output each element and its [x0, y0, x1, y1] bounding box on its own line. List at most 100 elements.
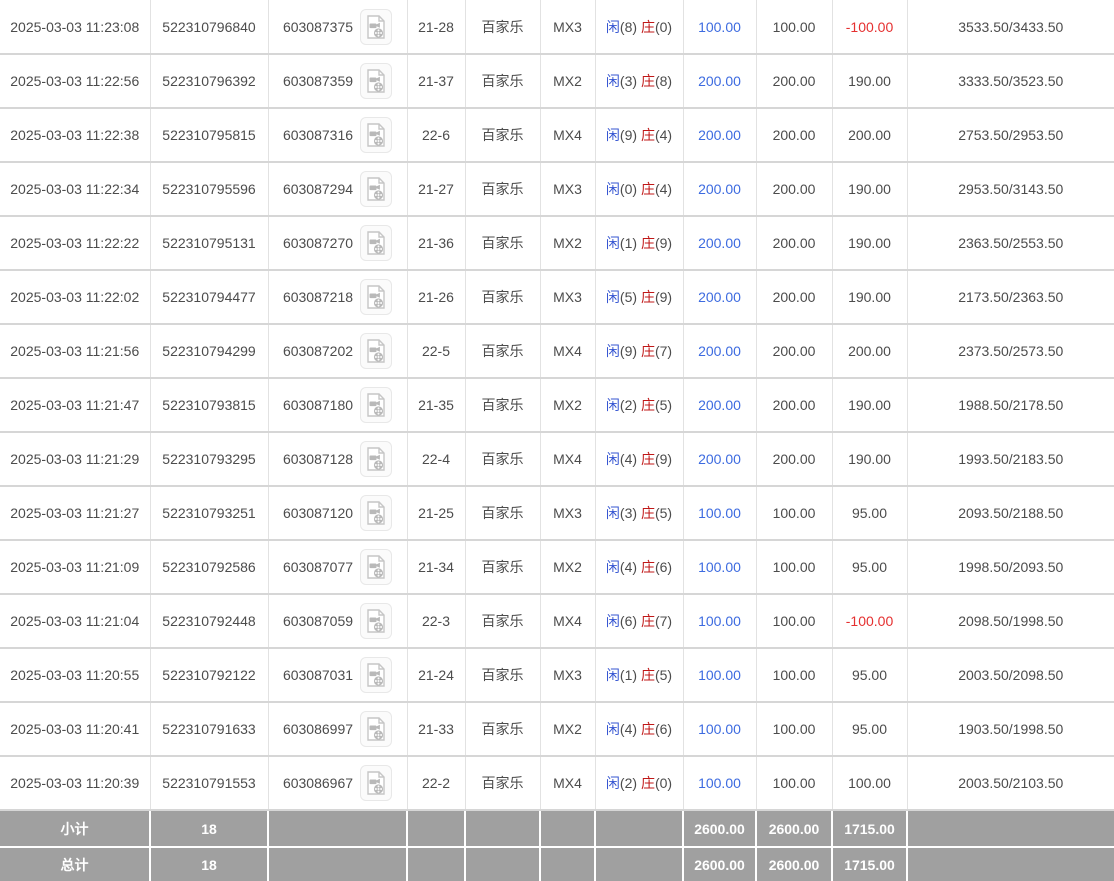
cell-result: 闲(4) 庄(6): [595, 540, 684, 595]
cell-balance: 2363.50/2553.50: [907, 216, 1114, 271]
game-id-text: 603087180: [282, 397, 354, 413]
video-replay-icon[interactable]: [360, 279, 393, 315]
player-count: (1): [619, 235, 638, 251]
summary-empty-cell: [406, 809, 466, 848]
cell-bet-amount: 100.00: [683, 648, 757, 703]
player-label: 闲: [605, 235, 620, 251]
video-replay-icon[interactable]: [360, 441, 393, 477]
banker-label: 庄: [640, 721, 655, 737]
cell-round: 22-2: [407, 756, 466, 811]
cell-game-id: 603087059: [268, 594, 408, 649]
cell-round: 22-6: [407, 108, 466, 163]
cell-round: 21-37: [407, 54, 466, 109]
cell-table-type: MX4: [540, 756, 596, 811]
player-count: (5): [619, 289, 638, 305]
table-row: 2025-03-03 11:22:22 522310795131 6030872…: [0, 216, 1114, 271]
cell-win-loss: 190.00: [832, 162, 908, 217]
banker-count: (9): [654, 289, 673, 305]
banker-count: (4): [654, 181, 673, 197]
player-count: (0): [619, 181, 638, 197]
video-replay-icon[interactable]: [360, 495, 393, 531]
video-replay-icon[interactable]: [360, 387, 393, 423]
cell-game-name: 百家乐: [465, 0, 541, 55]
cell-game-id: 603087375: [268, 0, 408, 55]
cell-table-type: MX3: [540, 648, 596, 703]
video-replay-icon[interactable]: [360, 549, 393, 585]
player-count: (9): [619, 127, 638, 143]
cell-balance: 1988.50/2178.50: [907, 378, 1114, 433]
cell-round: 21-35: [407, 378, 466, 433]
cell-bet-amount: 100.00: [683, 0, 757, 55]
cell-valid-amount: 100.00: [756, 0, 833, 55]
cell-table-type: MX3: [540, 0, 596, 55]
cell-bet-id: 522310791633: [150, 702, 269, 757]
cell-table-type: MX2: [540, 216, 596, 271]
cell-table-type: MX2: [540, 54, 596, 109]
banker-label: 庄: [640, 613, 655, 629]
cell-game-name: 百家乐: [465, 216, 541, 271]
cell-valid-amount: 200.00: [756, 432, 833, 487]
video-replay-icon[interactable]: [360, 603, 393, 639]
cell-round: 21-27: [407, 162, 466, 217]
cell-balance: 3333.50/3523.50: [907, 54, 1114, 109]
cell-game-id: 603087202: [268, 324, 408, 379]
cell-table-type: MX4: [540, 594, 596, 649]
cell-bet-amount: 200.00: [683, 432, 757, 487]
banker-label: 庄: [640, 451, 655, 467]
summary-label: 总计: [0, 846, 151, 881]
player-count: (3): [619, 505, 638, 521]
video-replay-icon[interactable]: [360, 63, 393, 99]
cell-game-id: 603087077: [268, 540, 408, 595]
cell-game-name: 百家乐: [465, 324, 541, 379]
banker-label: 庄: [640, 289, 655, 305]
video-replay-icon[interactable]: [360, 711, 393, 747]
table-row: 2025-03-03 11:20:39 522310791553 6030869…: [0, 756, 1114, 811]
summary-count: 18: [149, 846, 269, 881]
player-label: 闲: [605, 721, 620, 737]
summary-bet-total: 2600.00: [682, 846, 757, 881]
cell-round: 21-34: [407, 540, 466, 595]
cell-game-id: 603087120: [268, 486, 408, 541]
cell-result: 闲(2) 庄(5): [595, 378, 684, 433]
bet-history-table: 2025-03-03 11:23:08 522310796840 6030873…: [0, 0, 1114, 881]
video-replay-icon[interactable]: [360, 225, 393, 261]
video-replay-icon[interactable]: [360, 765, 393, 801]
banker-count: (6): [654, 559, 673, 575]
video-replay-icon[interactable]: [360, 8, 393, 45]
player-label: 闲: [605, 73, 620, 89]
cell-result: 闲(2) 庄(0): [595, 756, 684, 811]
player-count: (4): [619, 559, 638, 575]
cell-valid-amount: 100.00: [756, 756, 833, 811]
video-replay-icon[interactable]: [360, 333, 393, 369]
bet-records: 2025-03-03 11:23:08 522310796840 6030873…: [0, 0, 1114, 881]
cell-valid-amount: 200.00: [756, 108, 833, 163]
video-replay-icon[interactable]: [360, 117, 393, 153]
table-row: 2025-03-03 11:20:41 522310791633 6030869…: [0, 702, 1114, 757]
player-count: (4): [619, 451, 638, 467]
cell-valid-amount: 200.00: [756, 378, 833, 433]
cell-bet-id: 522310793251: [150, 486, 269, 541]
cell-valid-amount: 100.00: [756, 540, 833, 595]
cell-game-id: 603087218: [268, 270, 408, 325]
cell-balance: 2753.50/2953.50: [907, 108, 1114, 163]
cell-game-id: 603086967: [268, 756, 408, 811]
game-id-text: 603087077: [282, 559, 354, 575]
cell-game-id: 603087359: [268, 54, 408, 109]
summary-empty-cell: [406, 846, 466, 881]
cell-bet-time: 2025-03-03 11:22:22: [0, 216, 151, 271]
cell-game-name: 百家乐: [465, 540, 541, 595]
banker-label: 庄: [640, 235, 655, 251]
banker-count: (7): [654, 613, 673, 629]
summary-valid-total: 2600.00: [755, 846, 833, 881]
cell-win-loss: 200.00: [832, 108, 908, 163]
cell-win-loss: -100.00: [832, 0, 908, 55]
video-replay-icon[interactable]: [360, 171, 393, 207]
video-replay-icon[interactable]: [360, 657, 393, 693]
summary-empty-cell: [594, 809, 684, 848]
cell-win-loss: 190.00: [832, 54, 908, 109]
cell-game-id: 603087270: [268, 216, 408, 271]
table-row: 2025-03-03 11:22:02 522310794477 6030872…: [0, 270, 1114, 325]
cell-valid-amount: 100.00: [756, 648, 833, 703]
cell-result: 闲(3) 庄(8): [595, 54, 684, 109]
game-id-text: 603087202: [282, 343, 354, 359]
